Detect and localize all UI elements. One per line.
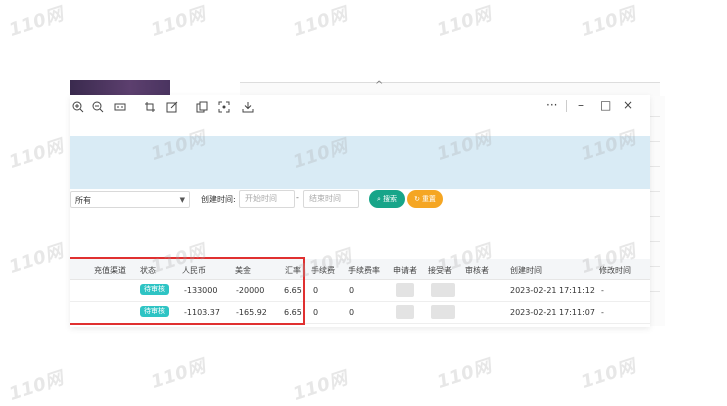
column-header[interactable]: 审核者: [465, 265, 489, 276]
chevron-down-icon: ▼: [179, 196, 185, 204]
copy-icon[interactable]: [194, 99, 210, 115]
watermark: 110网: [290, 3, 350, 41]
applicant-cell-redacted: [396, 283, 414, 297]
fit-width-icon[interactable]: [112, 99, 128, 115]
watermark: 110网: [6, 3, 66, 41]
date-range-separator: -: [296, 193, 299, 202]
watermark: 110网: [6, 240, 66, 278]
column-header[interactable]: 手续费: [311, 265, 335, 276]
watermark: 110网: [290, 367, 350, 405]
close-button[interactable]: ×: [623, 98, 633, 112]
watermark: 110网: [148, 355, 208, 393]
watermark: 110网: [578, 3, 638, 41]
reset-button-label: 重置: [421, 195, 436, 203]
screenshot-icon[interactable]: [216, 99, 232, 115]
highlight-annotation: [70, 257, 305, 325]
end-time-input[interactable]: 结束时间: [303, 190, 359, 208]
watermark: 110网: [6, 367, 66, 405]
reset-button[interactable]: ↻ 重置: [407, 190, 443, 208]
search-button[interactable]: ⌕ 搜索: [369, 190, 405, 208]
fee-rate-cell: 0: [349, 308, 355, 317]
watermark: 110网: [578, 355, 638, 393]
zoom-in-icon[interactable]: [70, 99, 86, 115]
created-time-cell: 2023-02-21 17:11:12: [510, 286, 595, 295]
type-select-value: 所有: [75, 196, 91, 205]
created-time-cell: 2023-02-21 17:11:07: [510, 308, 595, 317]
watermark: 110网: [148, 3, 208, 41]
zoom-out-icon[interactable]: [90, 99, 106, 115]
column-header[interactable]: 手续费率: [348, 265, 380, 276]
toolbar-divider: [566, 100, 567, 112]
save-icon[interactable]: [240, 99, 256, 115]
maximize-button[interactable]: □: [600, 98, 611, 112]
more-options-button[interactable]: ···: [546, 98, 557, 112]
watermark: 110网: [434, 355, 494, 393]
column-header[interactable]: 修改时间: [599, 265, 631, 276]
column-header[interactable]: 申请者: [393, 265, 417, 276]
modified-time-cell: -: [601, 308, 604, 317]
search-icon: ⌕: [377, 194, 381, 203]
column-header[interactable]: 创建时间: [510, 265, 542, 276]
column-header[interactable]: 接受者: [428, 265, 452, 276]
fee-cell: 0: [313, 286, 319, 295]
header-banner: [70, 136, 650, 189]
applicant-cell-redacted: [396, 305, 414, 319]
refresh-icon: ↻: [414, 195, 420, 203]
receiver-cell-redacted: [431, 305, 455, 319]
search-button-label: 搜索: [382, 195, 397, 203]
fee-rate-cell: 0: [349, 286, 355, 295]
viewer-toolbar: ··· – □ ×: [70, 95, 650, 119]
watermark: 110网: [434, 3, 494, 41]
type-select[interactable]: 所有 ▼: [70, 191, 190, 208]
watermark: 110网: [6, 135, 66, 173]
receiver-cell-redacted: [431, 283, 455, 297]
modified-time-cell: -: [601, 286, 604, 295]
created-time-label: 创建时间:: [201, 195, 236, 204]
start-time-input[interactable]: 开始时间: [239, 190, 295, 208]
crop-icon[interactable]: [142, 99, 158, 115]
minimize-button[interactable]: –: [578, 98, 584, 112]
edit-icon[interactable]: [164, 99, 180, 115]
fee-cell: 0: [313, 308, 319, 317]
chevron-up-icon[interactable]: ^: [375, 80, 383, 91]
